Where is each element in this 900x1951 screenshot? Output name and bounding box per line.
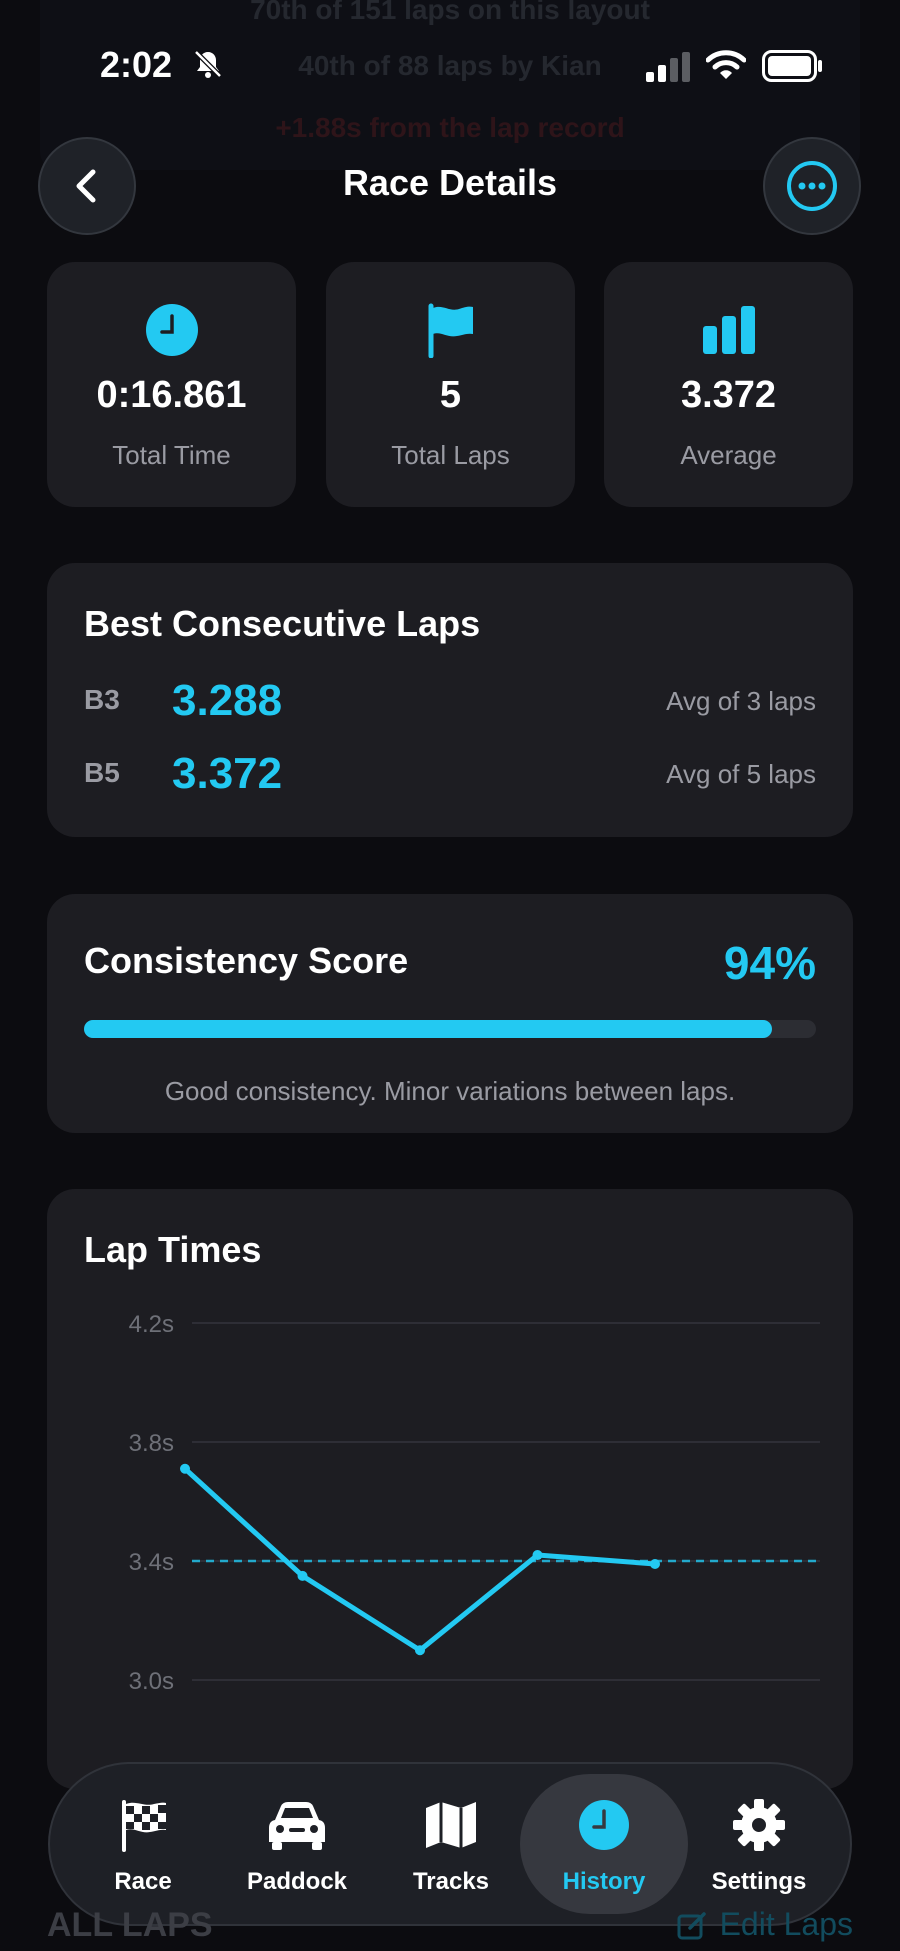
tab-label: Settings [711, 1868, 807, 1895]
section-title: Best Consecutive Laps [84, 603, 481, 644]
lap-time-line [182, 1466, 658, 1653]
stat-card-total-time: 0:16.861 Total Time [47, 262, 296, 507]
best-consecutive-key: B3 [84, 684, 120, 715]
consistency-panel: Consistency Score 94% Good consistency. … [47, 894, 853, 1133]
stat-value: 5 [439, 374, 462, 416]
gear-icon [733, 1799, 785, 1851]
lap-time-point [532, 1550, 543, 1561]
lap-time-point [415, 1645, 425, 1656]
wifi-icon [706, 50, 746, 79]
y-tick-label: 3.8s [129, 1430, 174, 1457]
best-consecutive-panel: Best Consecutive Laps B3 3.288 Avg of 3 … [47, 563, 853, 837]
tab-label: Race [114, 1868, 172, 1895]
status-time: 2:02 [100, 44, 173, 85]
checkered-flag-icon [122, 1800, 166, 1852]
best-consecutive-key: B5 [84, 757, 120, 788]
more-options-button[interactable] [763, 137, 861, 235]
bar-chart-icon [702, 306, 755, 354]
best-consecutive-value: 3.288 [172, 676, 283, 725]
stat-label: Total Time [112, 440, 231, 470]
stat-label: Average [680, 440, 777, 470]
cellular-signal-icon [646, 52, 690, 82]
bell-off-icon [194, 50, 222, 78]
consistency-progress-bar [84, 1020, 816, 1038]
best-consecutive-row: B3 3.288 Avg of 3 laps [84, 676, 816, 726]
tab-race[interactable]: Race [68, 1774, 218, 1914]
tab-label: Tracks [412, 1868, 490, 1895]
stat-card-average: 3.372 Average [604, 262, 853, 507]
clock-icon [579, 1800, 629, 1850]
y-tick-label: 3.0s [129, 1668, 174, 1695]
lap-time-point [650, 1558, 660, 1569]
tab-settings[interactable]: Settings [684, 1774, 834, 1914]
y-tick-label: 4.2s [129, 1311, 174, 1338]
lap-times-chart: 3.0s 3.4s 3.8s 4.2s [129, 1311, 820, 1695]
clock-icon [145, 304, 198, 356]
tab-tracks[interactable]: Tracks [376, 1774, 526, 1914]
car-icon [269, 1802, 325, 1850]
tab-label: Paddock [246, 1868, 348, 1895]
bottom-tab-bar: Race Paddock Tracks History Settings [48, 1762, 852, 1926]
ellipsis-circle-icon [787, 161, 837, 211]
edit-icon [677, 1912, 706, 1940]
best-consecutive-value: 3.372 [172, 749, 283, 798]
stat-card-total-laps: 5 Total Laps [326, 262, 575, 507]
stat-value: 0:16.861 [96, 374, 247, 416]
flag-icon [428, 303, 473, 358]
map-icon [426, 1802, 476, 1848]
background-rank-layout: 70th of 151 laps on this layout [250, 0, 650, 25]
background-record-delta: +1.88s from the lap record [275, 112, 625, 143]
consistency-progress-fill [84, 1020, 773, 1038]
consistency-description: Good consistency. Minor variations betwe… [164, 1076, 736, 1106]
section-title: Consistency Score [84, 940, 409, 981]
battery-icon [762, 50, 822, 82]
best-consecutive-row: B5 3.372 Avg of 5 laps [84, 749, 816, 799]
consistency-score: 94% [723, 937, 816, 989]
best-consecutive-note: Avg of 5 laps [666, 759, 816, 789]
lap-times-panel: Lap Times 3.0s 3.4s 3.8s 4.2s [47, 1189, 853, 1789]
stat-label: Total Laps [391, 440, 510, 470]
stat-value: 3.372 [680, 374, 777, 416]
tab-history[interactable]: History [520, 1774, 688, 1914]
y-tick-label: 3.4s [129, 1549, 174, 1576]
tab-paddock[interactable]: Paddock [222, 1774, 372, 1914]
lap-time-point [297, 1570, 308, 1581]
all-laps-heading: ALL LAPS [47, 1906, 213, 1944]
lap-time-point [180, 1463, 190, 1474]
best-consecutive-note: Avg of 3 laps [666, 686, 816, 716]
edit-laps-button[interactable]: Edit Laps [720, 1906, 853, 1943]
tab-label: History [562, 1868, 646, 1895]
